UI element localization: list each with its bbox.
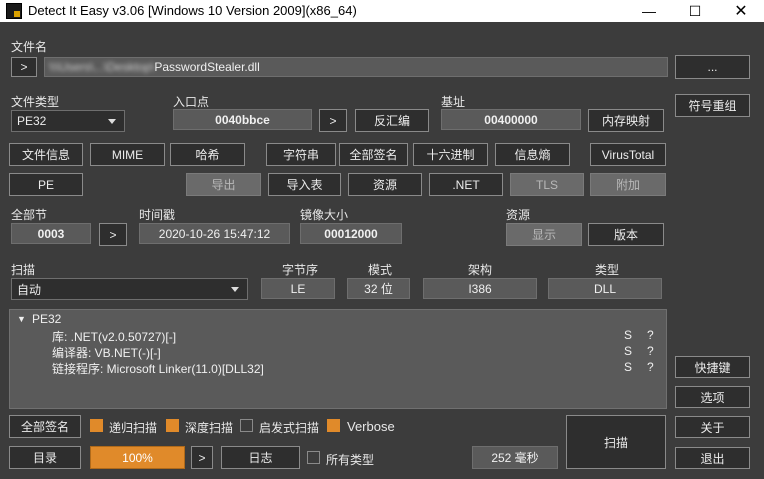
- exit-button[interactable]: 退出: [675, 447, 750, 469]
- entry-point-label: 入口点: [173, 95, 210, 109]
- minimize-icon[interactable]: —: [626, 0, 672, 22]
- tab-virustotal[interactable]: VirusTotal: [590, 143, 666, 166]
- all-signatures-button[interactable]: 全部签名: [9, 415, 81, 438]
- verbose-checkbox[interactable]: [327, 419, 340, 432]
- heuristic-scan-label: 启发式扫描: [259, 421, 320, 435]
- chevron-down-icon: [108, 119, 116, 124]
- result-info-link[interactable]: ?: [647, 344, 654, 358]
- version-button[interactable]: 版本: [588, 223, 664, 246]
- browse-button[interactable]: ...: [675, 55, 750, 79]
- result-item-linker[interactable]: 链接程序: Microsoft Linker(11.0)[DLL32]: [52, 360, 264, 377]
- image-size-label: 镜像大小: [300, 208, 349, 222]
- close-icon[interactable]: ✕: [718, 0, 764, 22]
- chevron-down-icon: [231, 287, 239, 292]
- scan-time-field: 252 毫秒: [472, 446, 558, 469]
- file-type-label: 文件类型: [11, 95, 60, 109]
- image-size-field[interactable]: 00012000: [300, 223, 402, 244]
- memory-map-button[interactable]: 内存映射: [588, 109, 664, 132]
- scan-label: 扫描: [11, 263, 36, 277]
- scan-progress-bar: 100%: [90, 446, 185, 469]
- mode-field: 32 位: [347, 278, 410, 299]
- entry-point-go-button[interactable]: >: [319, 109, 347, 132]
- file-type-select[interactable]: PE32: [11, 110, 125, 132]
- recursive-scan-checkbox[interactable]: [90, 419, 103, 432]
- scan-results-tree[interactable]: ▼ PE32 库: .NET(v2.0.50727)[-] S ? 编译器: V…: [9, 309, 667, 409]
- scan-mode-value: 自动: [17, 282, 42, 297]
- file-path-field[interactable]: \\\Users\...\Desktop\ PasswordStealer.dll: [44, 57, 668, 77]
- entry-point-field[interactable]: 0040bbce: [173, 109, 312, 130]
- tab-tls[interactable]: TLS: [510, 173, 584, 196]
- symbols-button[interactable]: 符号重组: [675, 94, 750, 117]
- tab-entropy[interactable]: 信息熵: [495, 143, 570, 166]
- tab-hex[interactable]: 十六进制: [413, 143, 488, 166]
- heuristic-scan-checkbox[interactable]: [240, 419, 253, 432]
- endianness-label: 字节序: [282, 263, 319, 277]
- resources-label: 资源: [506, 208, 531, 222]
- scan-mode-select[interactable]: 自动: [11, 278, 248, 300]
- tab-export[interactable]: 导出: [186, 173, 261, 196]
- mode-label: 模式: [368, 263, 393, 277]
- app-logo: [6, 3, 22, 19]
- all-types-label: 所有类型: [326, 453, 375, 467]
- base-address-field[interactable]: 00400000: [441, 109, 581, 130]
- tab-strings[interactable]: 字符串: [266, 143, 336, 166]
- title-bar: Detect It Easy v3.06 [Windows 10 Version…: [0, 0, 764, 22]
- architecture-label: 架构: [468, 263, 493, 277]
- recursive-scan-label: 递归扫描: [109, 421, 158, 435]
- timestamp-field[interactable]: 2020-10-26 15:47:12: [139, 223, 290, 244]
- tab-import[interactable]: 导入表: [268, 173, 341, 196]
- maximize-icon[interactable]: ☐: [672, 0, 718, 22]
- scan-button[interactable]: 扫描: [566, 415, 666, 469]
- shortcuts-button[interactable]: 快捷键: [675, 356, 750, 378]
- file-path-name: PasswordStealer.dll: [154, 60, 260, 74]
- file-name-label: 文件名: [11, 40, 48, 54]
- type-label: 类型: [595, 263, 620, 277]
- log-button[interactable]: 日志: [221, 446, 300, 469]
- deep-scan-checkbox[interactable]: [166, 419, 179, 432]
- show-resources-button[interactable]: 显示: [506, 223, 582, 246]
- architecture-field: I386: [423, 278, 537, 299]
- tab-hash[interactable]: 哈希: [170, 143, 245, 166]
- disassemble-button[interactable]: 反汇编: [355, 109, 429, 132]
- sections-go-button[interactable]: >: [99, 223, 127, 246]
- base-address-label: 基址: [441, 95, 466, 109]
- tab-pe[interactable]: PE: [9, 173, 83, 196]
- sections-field[interactable]: 0003: [11, 223, 91, 244]
- tab-signatures[interactable]: 全部签名: [339, 143, 408, 166]
- all-types-checkbox[interactable]: [307, 451, 320, 464]
- tab-net[interactable]: .NET: [429, 173, 503, 196]
- tab-overlay[interactable]: 附加: [590, 173, 666, 196]
- tab-file-info[interactable]: 文件信息: [9, 143, 83, 166]
- tree-expand-icon[interactable]: ▼: [17, 314, 26, 324]
- result-info-link[interactable]: ?: [647, 360, 654, 374]
- endianness-field: LE: [261, 278, 335, 299]
- sections-label: 全部节: [11, 208, 48, 222]
- result-root[interactable]: PE32: [32, 312, 61, 326]
- result-item-compiler[interactable]: 编译器: VB.NET(-)[-]: [52, 344, 161, 361]
- directory-button[interactable]: 目录: [9, 446, 81, 469]
- result-info-link[interactable]: ?: [647, 328, 654, 342]
- deep-scan-label: 深度扫描: [185, 421, 234, 435]
- result-signature-link[interactable]: S: [624, 344, 632, 358]
- options-button[interactable]: 选项: [675, 386, 750, 408]
- file-type-value: PE32: [17, 114, 47, 128]
- tab-resources[interactable]: 资源: [348, 173, 422, 196]
- result-item-library[interactable]: 库: .NET(v2.0.50727)[-]: [52, 328, 176, 345]
- type-field: DLL: [548, 278, 662, 299]
- file-path-hidden: \\\Users\...\Desktop\: [49, 60, 155, 74]
- tab-mime[interactable]: MIME: [90, 143, 165, 166]
- result-signature-link[interactable]: S: [624, 360, 632, 374]
- window-title: Detect It Easy v3.06 [Windows 10 Version…: [28, 3, 357, 18]
- progress-go-button[interactable]: >: [191, 446, 213, 469]
- timestamp-label: 时间戳: [139, 208, 176, 222]
- result-signature-link[interactable]: S: [624, 328, 632, 342]
- verbose-label: Verbose: [347, 419, 395, 434]
- about-button[interactable]: 关于: [675, 416, 750, 438]
- file-history-button[interactable]: >: [11, 57, 37, 77]
